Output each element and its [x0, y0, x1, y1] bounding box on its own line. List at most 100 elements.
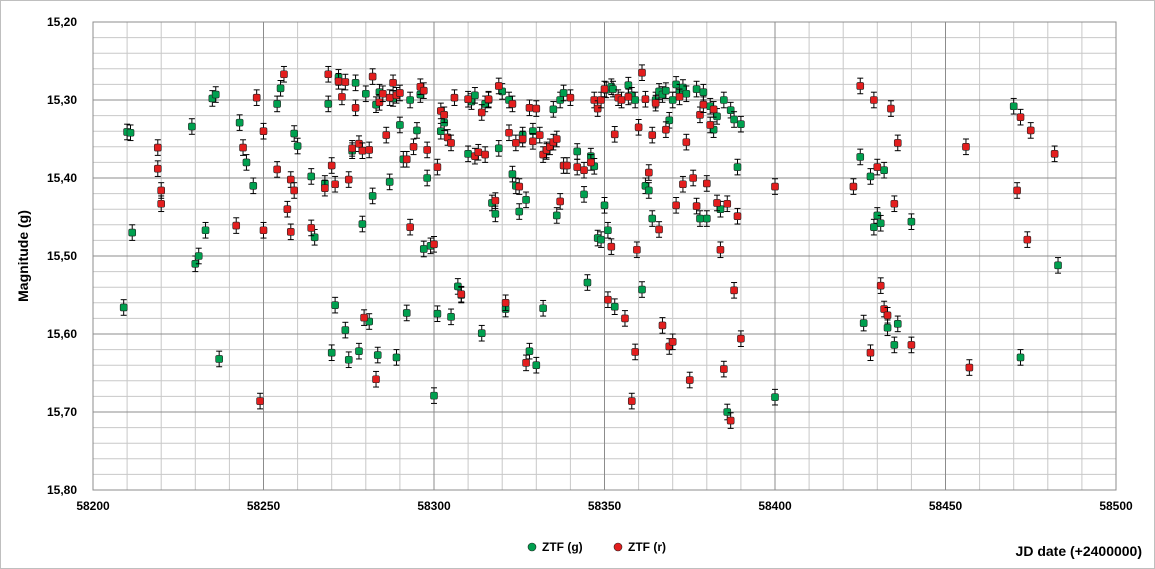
data-point: [648, 214, 657, 223]
data-point: [549, 105, 558, 114]
data-point: [437, 127, 445, 135]
data-point: [290, 186, 298, 195]
data-point: [730, 115, 738, 124]
data-point: [965, 363, 974, 372]
data-point: [893, 320, 902, 328]
data-point: [566, 93, 575, 102]
y-tick-label: 15,60: [47, 327, 77, 341]
data-point: [573, 163, 582, 171]
data-point: [668, 96, 677, 104]
legend-label: ZTF (r): [628, 540, 666, 554]
data-point: [396, 89, 404, 97]
data-point: [662, 125, 670, 134]
data-point: [286, 228, 295, 236]
data-point: [856, 153, 865, 161]
data-point: [293, 142, 302, 150]
data-point: [604, 226, 612, 235]
data-point: [737, 120, 745, 128]
data-point: [709, 105, 718, 114]
y-tick-label: 15,50: [47, 249, 77, 263]
data-point: [883, 323, 892, 332]
data-point: [379, 89, 387, 98]
data-point: [358, 220, 367, 228]
data-point: [1050, 150, 1059, 158]
data-point: [597, 96, 605, 104]
data-point: [692, 85, 701, 93]
data-point: [876, 281, 885, 290]
data-point: [361, 89, 370, 98]
data-point: [590, 96, 599, 104]
data-point: [552, 211, 561, 220]
data-point: [573, 147, 582, 156]
data-point: [373, 351, 382, 359]
data-point: [679, 180, 687, 189]
data-point: [430, 391, 438, 400]
data-point: [907, 217, 916, 226]
data-point: [713, 112, 721, 121]
data-point: [242, 158, 251, 167]
data-point: [324, 70, 333, 79]
data-point: [368, 192, 377, 200]
data-point: [360, 313, 368, 322]
data-point: [856, 82, 865, 90]
data-point: [419, 86, 428, 95]
data-point: [501, 298, 510, 307]
data-point: [893, 139, 902, 147]
data-point: [477, 108, 486, 117]
data-point: [668, 337, 677, 346]
x-axis-title: JD date (+2400000): [1016, 543, 1142, 559]
x-tick-label: 58500: [1099, 499, 1133, 513]
data-point: [382, 131, 391, 139]
data-point: [720, 365, 728, 373]
data-point: [682, 89, 691, 98]
data-point: [518, 135, 527, 143]
data-point: [331, 180, 339, 189]
data-point: [252, 93, 261, 102]
data-point: [907, 341, 916, 349]
data-point: [481, 150, 489, 159]
data-point: [587, 158, 595, 167]
data-point: [423, 146, 431, 154]
data-point: [600, 85, 609, 93]
data-point: [464, 150, 472, 158]
data-point: [368, 72, 377, 81]
data-point: [859, 319, 868, 327]
data-point: [1009, 102, 1018, 111]
data-point: [235, 118, 244, 127]
data-point: [389, 79, 397, 87]
data-point: [522, 359, 530, 367]
chart-area: 58200 58250 58300 58350 58400 58450 58500 15,20…: [0, 0, 1155, 569]
data-point: [610, 302, 619, 311]
data-point: [321, 184, 329, 192]
data-point: [662, 86, 670, 95]
data-point: [716, 245, 725, 254]
data-point: [713, 199, 721, 207]
data-point: [883, 311, 892, 320]
data-point: [887, 104, 895, 113]
data-point: [273, 100, 281, 108]
data-point: [627, 397, 636, 405]
data-point: [720, 96, 728, 104]
data-point: [344, 355, 353, 364]
data-point: [307, 172, 316, 181]
data-point: [491, 210, 500, 218]
data-point: [723, 199, 732, 208]
data-point: [870, 223, 878, 231]
data-point: [621, 314, 629, 323]
data-point: [471, 91, 479, 100]
data-point: [512, 139, 520, 147]
data-point: [413, 126, 421, 135]
data-point: [849, 182, 858, 191]
data-point: [341, 326, 350, 334]
data-point: [1013, 186, 1021, 195]
data-point: [525, 347, 534, 355]
data-point: [494, 144, 503, 153]
data-point: [638, 285, 646, 294]
data-point: [283, 205, 292, 213]
data-point: [402, 309, 411, 317]
data-point: [334, 77, 343, 86]
data-point: [631, 348, 639, 356]
data-point: [341, 78, 350, 86]
data-point: [624, 93, 633, 101]
data-point: [474, 148, 483, 157]
